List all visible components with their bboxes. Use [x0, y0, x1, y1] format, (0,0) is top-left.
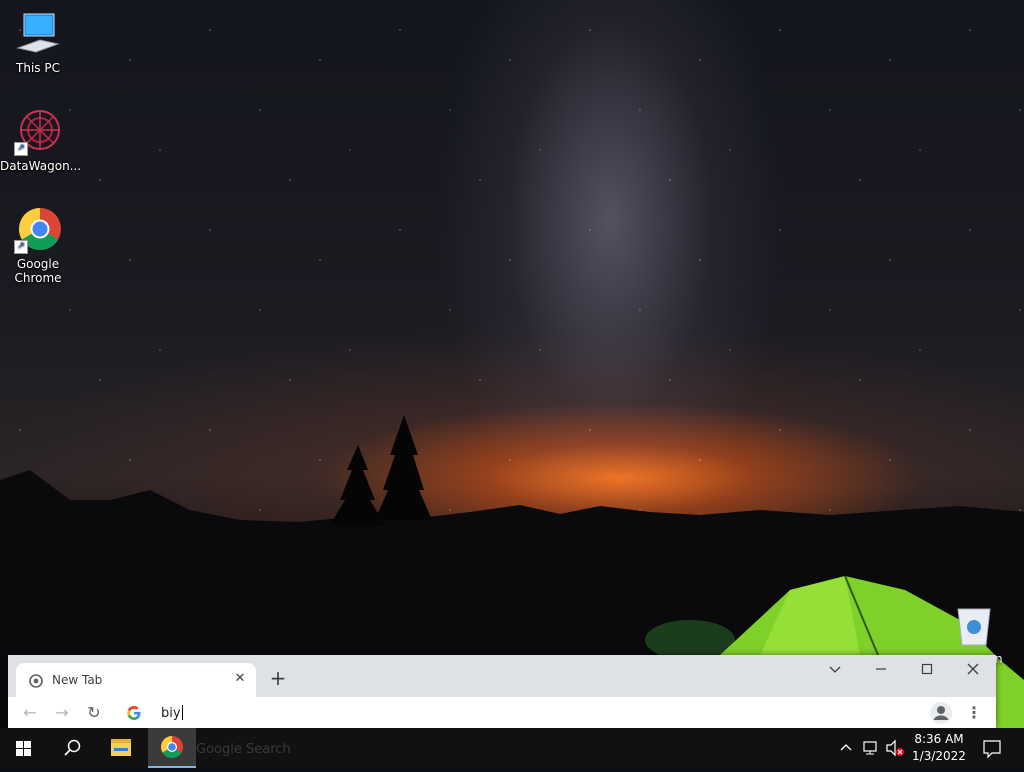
datawagon-icon: ↗: [14, 108, 62, 156]
desktop-icon-label: This PC: [16, 61, 60, 75]
chrome-favicon-icon: [29, 673, 43, 688]
desktop-icon-datawagon[interactable]: ↗ DataWagon...: [0, 108, 82, 173]
notifications-icon[interactable]: [980, 728, 1004, 768]
omnibox-text: biy: [161, 706, 181, 721]
maximize-button[interactable]: [904, 655, 950, 685]
text-caret: [181, 705, 183, 720]
search-button[interactable]: [48, 728, 96, 768]
recycle-bin-icon[interactable]: [954, 603, 994, 647]
back-button[interactable]: ←: [18, 701, 42, 725]
minimize-button[interactable]: [858, 655, 904, 685]
desktop-icon-this-pc[interactable]: This PC: [0, 10, 76, 75]
google-g-icon: [126, 705, 142, 721]
tab-close-icon[interactable]: ✕: [232, 671, 248, 687]
desktop-icon-label: Google Chrome: [14, 257, 62, 285]
tab-search-dropdown-icon[interactable]: [812, 655, 858, 685]
search-ghost-text: Google Search: [196, 742, 291, 757]
volume-muted-icon[interactable]: [884, 728, 906, 768]
chrome-toolbar: ← → ↻ biy ⋮: [8, 697, 996, 728]
tray-chevron-icon[interactable]: [836, 728, 856, 768]
shortcut-arrow-icon: ↗: [14, 240, 28, 254]
chrome-icon: ↗: [14, 206, 62, 254]
profile-avatar-icon[interactable]: [930, 702, 952, 724]
desktop-wallpaper: [0, 0, 1024, 768]
omnibox-input[interactable]: biy: [161, 705, 183, 721]
address-bar[interactable]: biy: [116, 699, 920, 727]
tab-title: New Tab: [52, 673, 103, 687]
system-clock[interactable]: 8:36 AM 1/3/2022: [908, 731, 970, 765]
chrome-taskbar-button[interactable]: [148, 728, 196, 768]
mountain-silhouette: [0, 415, 1024, 728]
close-window-button[interactable]: [950, 655, 996, 685]
desktop-icon-label: DataWagon...: [0, 159, 82, 173]
reload-button[interactable]: ↻: [82, 701, 106, 725]
file-explorer-button[interactable]: [98, 728, 146, 768]
forward-button[interactable]: →: [50, 701, 74, 725]
shortcut-arrow-icon: ↗: [14, 142, 28, 156]
start-button[interactable]: [0, 728, 48, 768]
clock-date: 1/3/2022: [912, 749, 966, 763]
clock-time: 8:36 AM: [914, 732, 964, 746]
recycle-bin-label: n: [995, 652, 1003, 666]
desktop-icon-google-chrome[interactable]: ↗ Google Chrome: [0, 206, 76, 285]
new-tab-button[interactable]: +: [267, 668, 289, 690]
taskbar: Google Search 8:36 AM 1/3/2022: [0, 728, 1024, 768]
network-icon[interactable]: [860, 728, 882, 768]
monitor-icon: [14, 10, 62, 58]
chrome-window: New Tab ✕ + ← → ↻ biy ⋮: [8, 655, 996, 728]
chrome-menu-button[interactable]: ⋮: [962, 701, 986, 725]
tab-new-tab[interactable]: New Tab ✕: [16, 663, 256, 697]
